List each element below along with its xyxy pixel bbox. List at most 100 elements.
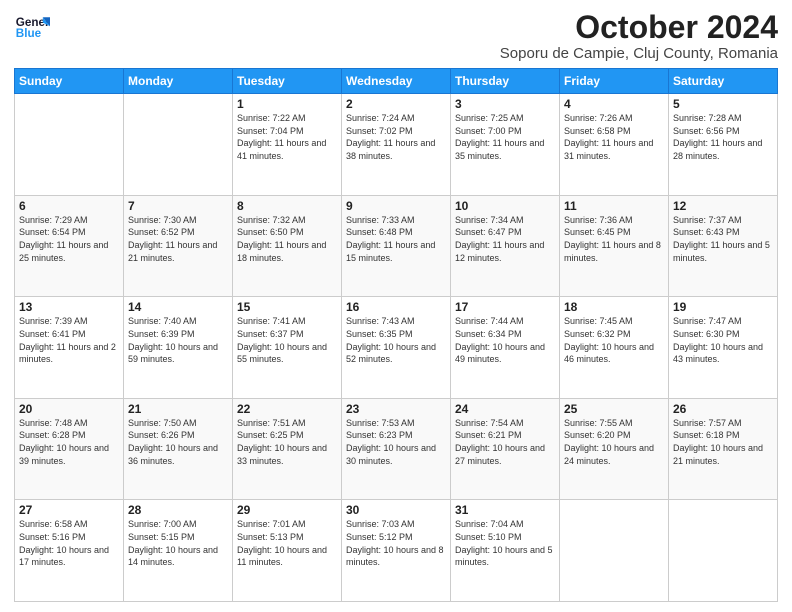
day-info: Sunrise: 7:39 AM Sunset: 6:41 PM Dayligh… xyxy=(19,315,119,365)
day-number: 29 xyxy=(237,503,337,517)
day-info: Sunrise: 7:04 AM Sunset: 5:10 PM Dayligh… xyxy=(455,518,555,568)
calendar-cell: 28Sunrise: 7:00 AM Sunset: 5:15 PM Dayli… xyxy=(124,500,233,602)
calendar-cell: 30Sunrise: 7:03 AM Sunset: 5:12 PM Dayli… xyxy=(342,500,451,602)
calendar-cell: 18Sunrise: 7:45 AM Sunset: 6:32 PM Dayli… xyxy=(560,297,669,399)
calendar-cell: 27Sunrise: 6:58 AM Sunset: 5:16 PM Dayli… xyxy=(15,500,124,602)
calendar-cell: 5Sunrise: 7:28 AM Sunset: 6:56 PM Daylig… xyxy=(669,94,778,196)
day-info: Sunrise: 7:01 AM Sunset: 5:13 PM Dayligh… xyxy=(237,518,337,568)
calendar-cell: 4Sunrise: 7:26 AM Sunset: 6:58 PM Daylig… xyxy=(560,94,669,196)
subtitle: Soporu de Campie, Cluj County, Romania xyxy=(500,45,778,62)
calendar-cell: 31Sunrise: 7:04 AM Sunset: 5:10 PM Dayli… xyxy=(451,500,560,602)
day-number: 12 xyxy=(673,199,773,213)
day-number: 30 xyxy=(346,503,446,517)
calendar-week-5: 27Sunrise: 6:58 AM Sunset: 5:16 PM Dayli… xyxy=(15,500,778,602)
day-info: Sunrise: 7:48 AM Sunset: 6:28 PM Dayligh… xyxy=(19,417,119,467)
day-info: Sunrise: 7:37 AM Sunset: 6:43 PM Dayligh… xyxy=(673,214,773,264)
day-number: 18 xyxy=(564,300,664,314)
calendar-cell xyxy=(124,94,233,196)
calendar: Sunday Monday Tuesday Wednesday Thursday… xyxy=(14,68,778,602)
day-number: 13 xyxy=(19,300,119,314)
main-title: October 2024 xyxy=(500,10,778,45)
day-number: 21 xyxy=(128,402,228,416)
day-info: Sunrise: 7:30 AM Sunset: 6:52 PM Dayligh… xyxy=(128,214,228,264)
calendar-cell xyxy=(560,500,669,602)
day-number: 7 xyxy=(128,199,228,213)
calendar-cell: 24Sunrise: 7:54 AM Sunset: 6:21 PM Dayli… xyxy=(451,398,560,500)
page: General Blue October 2024 Soporu de Camp… xyxy=(0,0,792,612)
calendar-cell: 6Sunrise: 7:29 AM Sunset: 6:54 PM Daylig… xyxy=(15,195,124,297)
calendar-cell: 8Sunrise: 7:32 AM Sunset: 6:50 PM Daylig… xyxy=(233,195,342,297)
day-info: Sunrise: 7:50 AM Sunset: 6:26 PM Dayligh… xyxy=(128,417,228,467)
calendar-cell: 3Sunrise: 7:25 AM Sunset: 7:00 PM Daylig… xyxy=(451,94,560,196)
header: General Blue October 2024 Soporu de Camp… xyxy=(14,10,778,62)
col-sunday: Sunday xyxy=(15,69,124,94)
day-info: Sunrise: 7:24 AM Sunset: 7:02 PM Dayligh… xyxy=(346,112,446,162)
calendar-cell: 17Sunrise: 7:44 AM Sunset: 6:34 PM Dayli… xyxy=(451,297,560,399)
day-info: Sunrise: 7:41 AM Sunset: 6:37 PM Dayligh… xyxy=(237,315,337,365)
day-number: 2 xyxy=(346,97,446,111)
day-info: Sunrise: 6:58 AM Sunset: 5:16 PM Dayligh… xyxy=(19,518,119,568)
day-number: 5 xyxy=(673,97,773,111)
day-number: 19 xyxy=(673,300,773,314)
day-info: Sunrise: 7:03 AM Sunset: 5:12 PM Dayligh… xyxy=(346,518,446,568)
day-info: Sunrise: 7:40 AM Sunset: 6:39 PM Dayligh… xyxy=(128,315,228,365)
calendar-cell: 14Sunrise: 7:40 AM Sunset: 6:39 PM Dayli… xyxy=(124,297,233,399)
day-number: 22 xyxy=(237,402,337,416)
calendar-week-3: 13Sunrise: 7:39 AM Sunset: 6:41 PM Dayli… xyxy=(15,297,778,399)
calendar-cell: 12Sunrise: 7:37 AM Sunset: 6:43 PM Dayli… xyxy=(669,195,778,297)
calendar-cell xyxy=(669,500,778,602)
calendar-cell: 11Sunrise: 7:36 AM Sunset: 6:45 PM Dayli… xyxy=(560,195,669,297)
calendar-cell: 9Sunrise: 7:33 AM Sunset: 6:48 PM Daylig… xyxy=(342,195,451,297)
calendar-cell: 15Sunrise: 7:41 AM Sunset: 6:37 PM Dayli… xyxy=(233,297,342,399)
calendar-week-1: 1Sunrise: 7:22 AM Sunset: 7:04 PM Daylig… xyxy=(15,94,778,196)
day-number: 3 xyxy=(455,97,555,111)
col-saturday: Saturday xyxy=(669,69,778,94)
calendar-cell: 16Sunrise: 7:43 AM Sunset: 6:35 PM Dayli… xyxy=(342,297,451,399)
calendar-week-2: 6Sunrise: 7:29 AM Sunset: 6:54 PM Daylig… xyxy=(15,195,778,297)
day-number: 27 xyxy=(19,503,119,517)
calendar-header-row: Sunday Monday Tuesday Wednesday Thursday… xyxy=(15,69,778,94)
day-info: Sunrise: 7:54 AM Sunset: 6:21 PM Dayligh… xyxy=(455,417,555,467)
title-section: October 2024 Soporu de Campie, Cluj Coun… xyxy=(500,10,778,62)
calendar-cell: 25Sunrise: 7:55 AM Sunset: 6:20 PM Dayli… xyxy=(560,398,669,500)
day-number: 28 xyxy=(128,503,228,517)
col-monday: Monday xyxy=(124,69,233,94)
calendar-cell: 1Sunrise: 7:22 AM Sunset: 7:04 PM Daylig… xyxy=(233,94,342,196)
day-info: Sunrise: 7:25 AM Sunset: 7:00 PM Dayligh… xyxy=(455,112,555,162)
logo: General Blue xyxy=(14,10,50,46)
day-number: 20 xyxy=(19,402,119,416)
calendar-cell: 7Sunrise: 7:30 AM Sunset: 6:52 PM Daylig… xyxy=(124,195,233,297)
day-info: Sunrise: 7:57 AM Sunset: 6:18 PM Dayligh… xyxy=(673,417,773,467)
calendar-cell: 10Sunrise: 7:34 AM Sunset: 6:47 PM Dayli… xyxy=(451,195,560,297)
day-info: Sunrise: 7:44 AM Sunset: 6:34 PM Dayligh… xyxy=(455,315,555,365)
day-number: 6 xyxy=(19,199,119,213)
day-number: 25 xyxy=(564,402,664,416)
day-info: Sunrise: 7:53 AM Sunset: 6:23 PM Dayligh… xyxy=(346,417,446,467)
calendar-cell: 22Sunrise: 7:51 AM Sunset: 6:25 PM Dayli… xyxy=(233,398,342,500)
calendar-cell: 19Sunrise: 7:47 AM Sunset: 6:30 PM Dayli… xyxy=(669,297,778,399)
col-thursday: Thursday xyxy=(451,69,560,94)
day-info: Sunrise: 7:29 AM Sunset: 6:54 PM Dayligh… xyxy=(19,214,119,264)
calendar-week-4: 20Sunrise: 7:48 AM Sunset: 6:28 PM Dayli… xyxy=(15,398,778,500)
col-tuesday: Tuesday xyxy=(233,69,342,94)
day-info: Sunrise: 7:28 AM Sunset: 6:56 PM Dayligh… xyxy=(673,112,773,162)
svg-text:Blue: Blue xyxy=(16,27,42,40)
day-info: Sunrise: 7:22 AM Sunset: 7:04 PM Dayligh… xyxy=(237,112,337,162)
day-info: Sunrise: 7:47 AM Sunset: 6:30 PM Dayligh… xyxy=(673,315,773,365)
day-number: 26 xyxy=(673,402,773,416)
day-info: Sunrise: 7:45 AM Sunset: 6:32 PM Dayligh… xyxy=(564,315,664,365)
calendar-cell: 26Sunrise: 7:57 AM Sunset: 6:18 PM Dayli… xyxy=(669,398,778,500)
day-number: 11 xyxy=(564,199,664,213)
day-info: Sunrise: 7:32 AM Sunset: 6:50 PM Dayligh… xyxy=(237,214,337,264)
day-number: 24 xyxy=(455,402,555,416)
day-number: 9 xyxy=(346,199,446,213)
calendar-cell: 29Sunrise: 7:01 AM Sunset: 5:13 PM Dayli… xyxy=(233,500,342,602)
calendar-cell: 13Sunrise: 7:39 AM Sunset: 6:41 PM Dayli… xyxy=(15,297,124,399)
calendar-cell: 20Sunrise: 7:48 AM Sunset: 6:28 PM Dayli… xyxy=(15,398,124,500)
day-info: Sunrise: 7:36 AM Sunset: 6:45 PM Dayligh… xyxy=(564,214,664,264)
day-info: Sunrise: 7:26 AM Sunset: 6:58 PM Dayligh… xyxy=(564,112,664,162)
day-info: Sunrise: 7:55 AM Sunset: 6:20 PM Dayligh… xyxy=(564,417,664,467)
logo-icon: General Blue xyxy=(14,10,50,46)
day-number: 16 xyxy=(346,300,446,314)
col-friday: Friday xyxy=(560,69,669,94)
